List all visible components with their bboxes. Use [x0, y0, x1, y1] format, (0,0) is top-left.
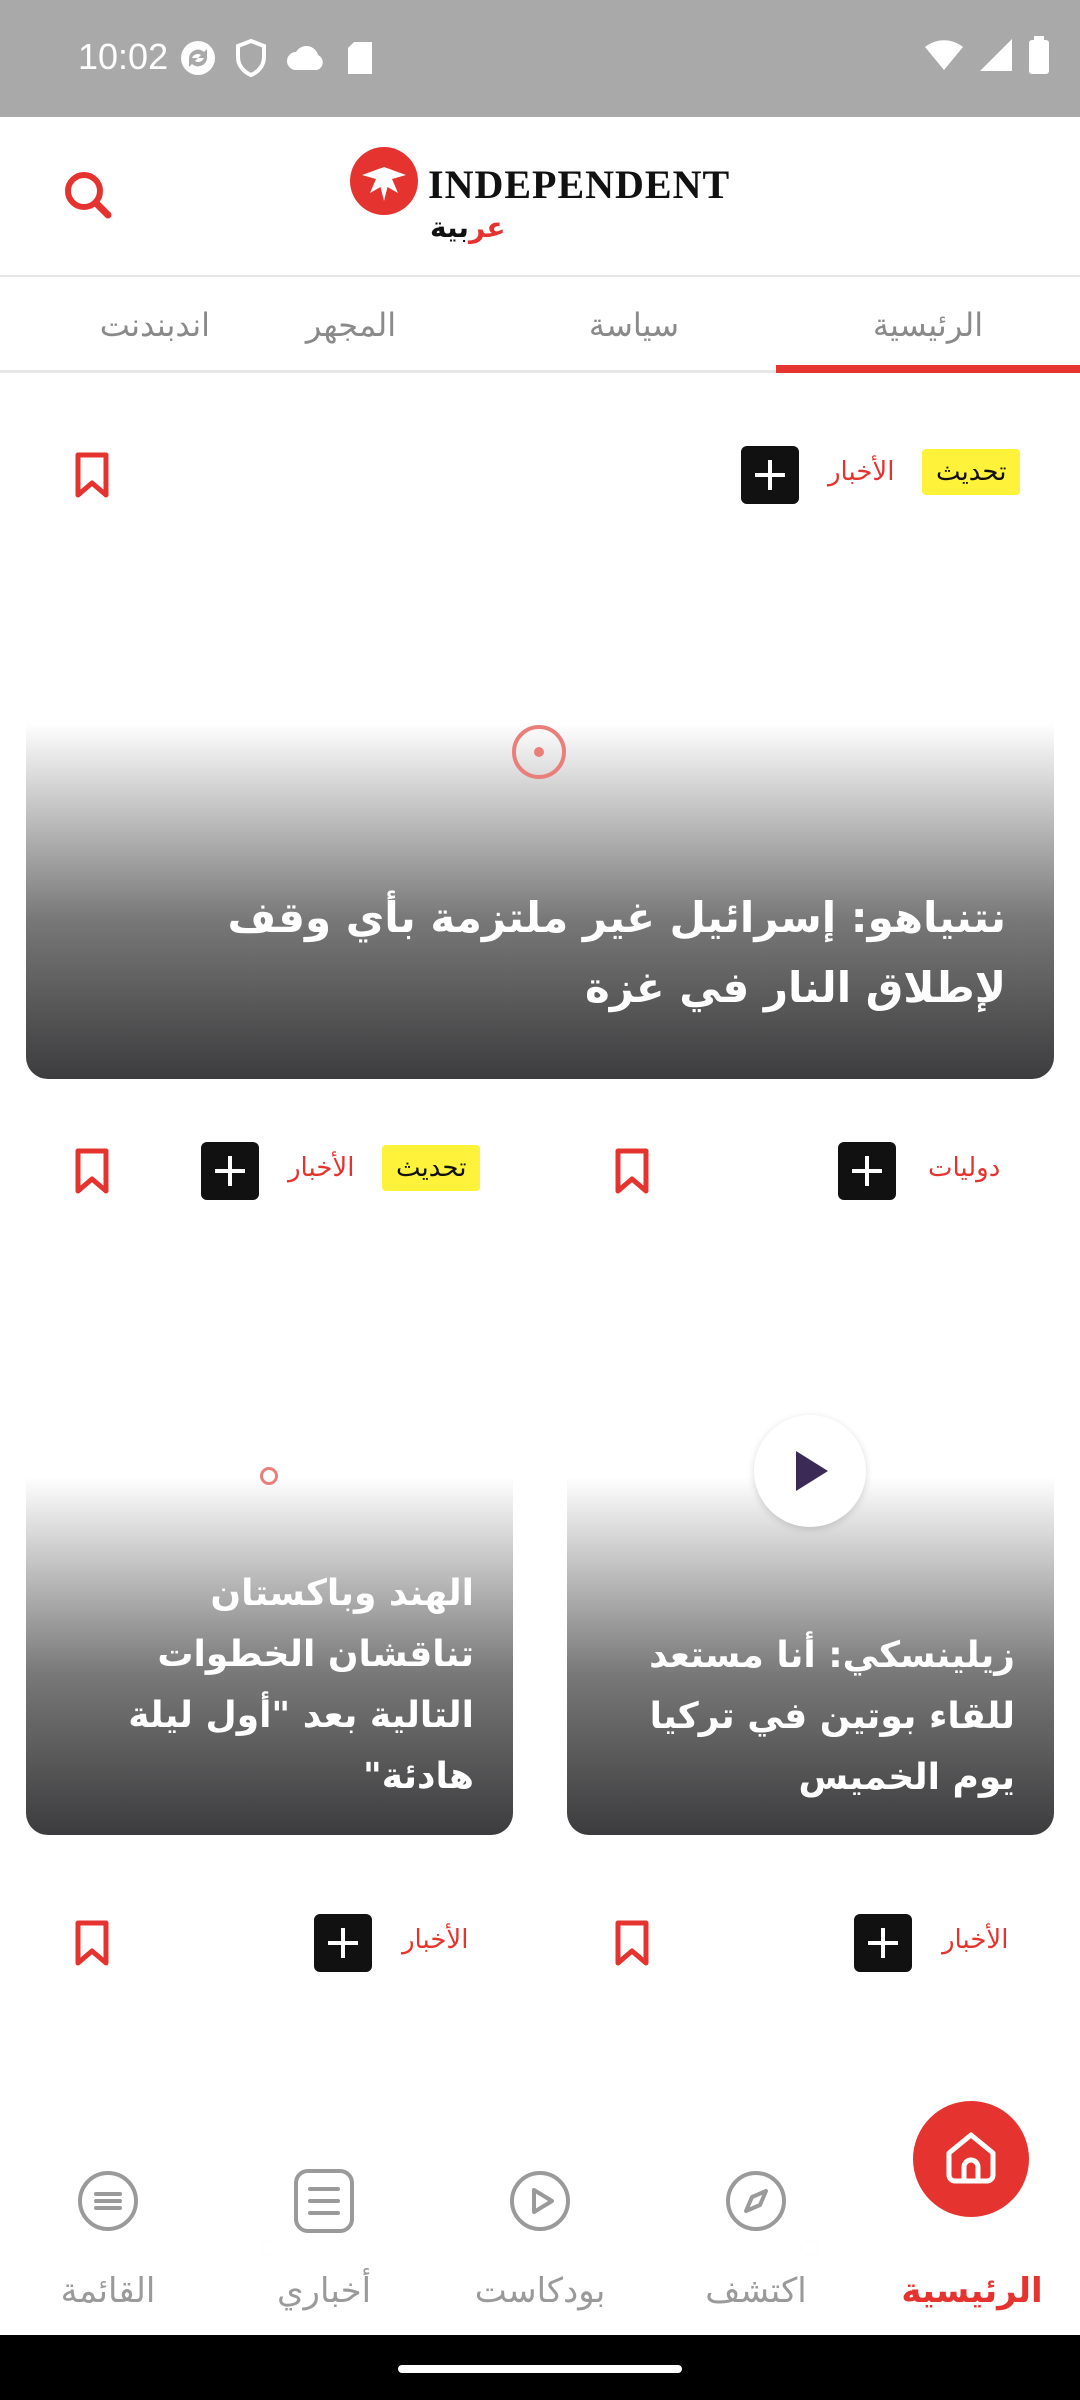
status-right-icons [924, 36, 1050, 74]
follow-button[interactable] [741, 446, 799, 504]
brand-logo: INDEPENDENT عربية [348, 141, 740, 253]
menu-icon [78, 2171, 138, 2231]
follow-button[interactable] [854, 1914, 912, 1972]
status-left-icons [178, 38, 376, 78]
status-time: 10:02 [78, 36, 169, 77]
sync-icon [181, 41, 215, 75]
system-navigation-area [0, 2335, 1080, 2400]
article-title[interactable]: الهند وباكستان تناقشان الخطوات التالية ب… [66, 1563, 474, 1807]
bookmark-icon[interactable] [74, 451, 110, 499]
follow-button[interactable] [314, 1914, 372, 1972]
search-button[interactable] [60, 167, 116, 223]
signal-icon [980, 39, 1012, 71]
battery-icon [1029, 36, 1049, 74]
follow-button[interactable] [201, 1142, 259, 1200]
article-meta-row: الأخبار [0, 1913, 540, 1973]
article-category[interactable]: الأخبار [402, 1925, 468, 1955]
article-category[interactable]: الأخبار [942, 1925, 1008, 1955]
bottom-navigation: الرئيسية اكتشف بودكاست أخباري القائمة [0, 2165, 1080, 2335]
play-circle-icon [510, 2171, 570, 2231]
article-card-featured[interactable]: نتنياهو: إسرائيل غير ملتزمة بأي وقف لإطل… [26, 543, 1054, 1079]
play-icon [796, 1451, 828, 1491]
wifi-icon [925, 40, 963, 70]
nav-item-my-news[interactable]: أخباري [216, 2165, 432, 2335]
active-tab-indicator [776, 365, 1080, 373]
nav-item-menu[interactable]: القائمة [0, 2165, 216, 2335]
article-card[interactable]: الهند وباكستان تناقشان الخطوات التالية ب… [26, 1237, 513, 1835]
home-fab-button[interactable] [913, 2101, 1029, 2217]
gesture-handle[interactable] [398, 2365, 682, 2373]
article-meta-row: دوليات [540, 1141, 1080, 1201]
tab-independent[interactable]: اندبندنت [0, 277, 210, 373]
status-bar: 10:02 [0, 0, 1080, 117]
bookmark-icon[interactable] [614, 1147, 650, 1195]
nav-item-podcast[interactable]: بودكاست [432, 2165, 648, 2335]
search-icon [65, 172, 112, 219]
article-category[interactable]: الأخبار [828, 457, 894, 487]
bookmark-icon[interactable] [74, 1147, 110, 1195]
tab-home[interactable]: الرئيسية [776, 277, 1080, 373]
nav-label-home: الرئيسية [901, 2271, 1043, 2311]
category-tabs: الرئيسية سياسة المجهر اندبندنت [0, 277, 1080, 373]
shield-icon [236, 38, 266, 78]
nav-label-podcast: بودكاست [474, 2271, 606, 2311]
logo-arabic: عربية [430, 211, 506, 244]
update-badge: تحديث [382, 1145, 481, 1191]
app-header: INDEPENDENT عربية [0, 117, 1080, 277]
article-meta-row: الأخبار تحديث [0, 445, 1080, 505]
loading-spinner-icon [260, 1467, 278, 1485]
article-category[interactable]: الأخبار [288, 1153, 354, 1183]
update-badge: تحديث [922, 449, 1021, 495]
nav-label-menu: القائمة [60, 2271, 156, 2311]
nav-label-discover: اكتشف [705, 2271, 807, 2311]
document-icon [294, 2169, 354, 2233]
tab-microscope[interactable]: المجهر [210, 277, 492, 373]
news-feed: الأخبار تحديث نتنياهو: إسرائيل غير ملتزم… [0, 373, 1080, 2333]
cloud-icon [287, 46, 323, 70]
compass-icon [726, 2171, 786, 2231]
article-meta-row: الأخبار [540, 1913, 1080, 1973]
article-title[interactable]: نتنياهو: إسرائيل غير ملتزمة بأي وقف لإطل… [86, 883, 1006, 1023]
follow-button[interactable] [838, 1142, 896, 1200]
home-icon [946, 2132, 996, 2184]
logo-wordmark: INDEPENDENT [428, 162, 731, 207]
sd-card-icon [348, 42, 372, 74]
bookmark-icon[interactable] [614, 1919, 650, 1967]
article-title[interactable]: زيلينسكي: أنا مستعد للقاء بوتين في تركيا… [607, 1625, 1015, 1808]
video-play-button[interactable] [754, 1415, 866, 1527]
bookmark-icon[interactable] [74, 1919, 110, 1967]
article-card[interactable]: زيلينسكي: أنا مستعد للقاء بوتين في تركيا… [567, 1237, 1054, 1835]
tab-politics[interactable]: سياسة [492, 277, 776, 373]
eagle-logo-icon [350, 147, 418, 215]
article-category[interactable]: دوليات [928, 1153, 1000, 1183]
nav-item-discover[interactable]: اكتشف [648, 2165, 864, 2335]
loading-dot-icon [534, 747, 544, 757]
nav-label-my-news: أخباري [276, 2271, 372, 2311]
article-meta-row: الأخبار تحديث [0, 1141, 540, 1201]
